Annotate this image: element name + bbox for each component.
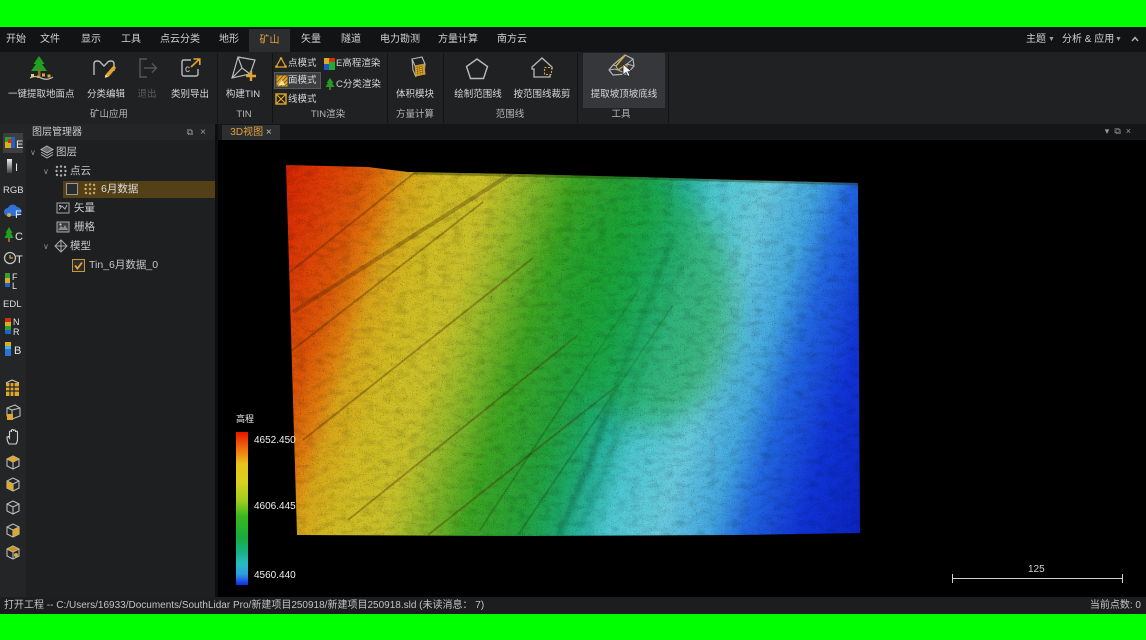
svg-text:B: B bbox=[14, 345, 21, 357]
svg-text:RGB: RGB bbox=[3, 185, 24, 196]
svg-text:T: T bbox=[16, 254, 23, 266]
svg-text:C: C bbox=[15, 231, 23, 243]
svg-text:E: E bbox=[16, 139, 23, 151]
svg-text:c: c bbox=[185, 64, 190, 75]
svg-text:4606.445: 4606.445 bbox=[254, 501, 296, 512]
svg-text:F: F bbox=[15, 209, 22, 221]
svg-text:EDL: EDL bbox=[3, 299, 21, 310]
svg-text:4560.440: 4560.440 bbox=[254, 570, 296, 581]
svg-text:高程: 高程 bbox=[236, 413, 254, 424]
svg-text:I: I bbox=[15, 162, 18, 174]
svg-text:R: R bbox=[13, 327, 20, 336]
svg-text:4652.450: 4652.450 bbox=[254, 435, 296, 446]
svg-text:125: 125 bbox=[1028, 564, 1045, 575]
svg-text:N: N bbox=[13, 317, 20, 327]
svg-text:L: L bbox=[12, 281, 17, 290]
